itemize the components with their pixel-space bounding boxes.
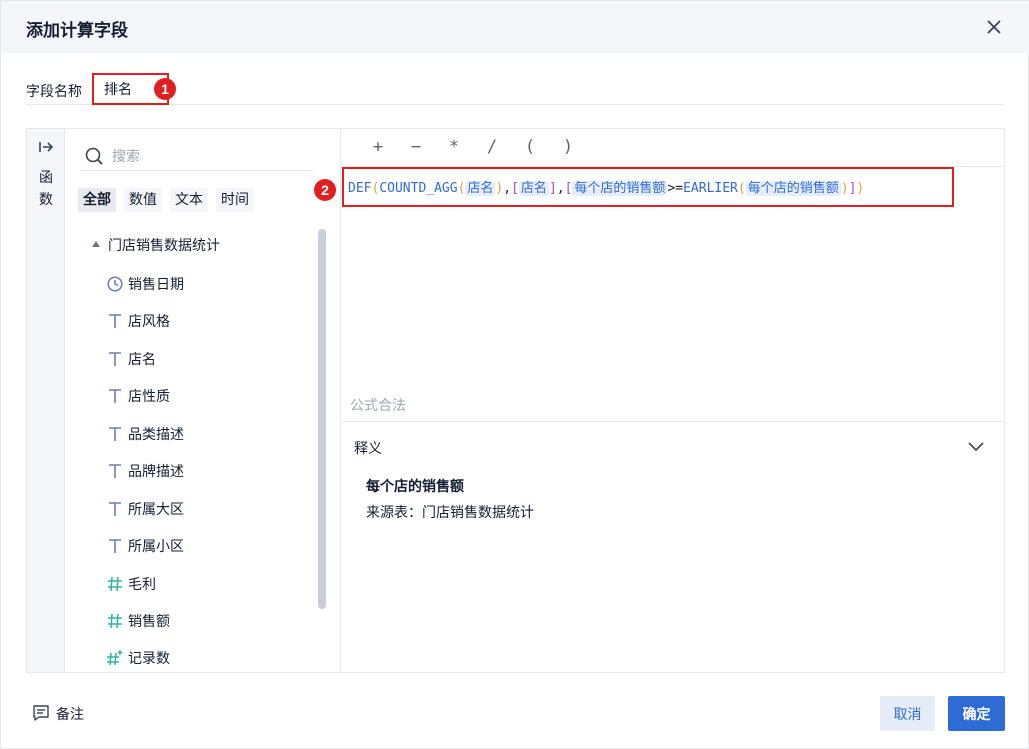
field-list-scrollbar[interactable]	[318, 229, 326, 609]
operator-plus[interactable]: +	[368, 137, 388, 157]
tab-number[interactable]: 数值	[124, 188, 162, 212]
function-rail[interactable]: 函 数	[27, 129, 65, 672]
annotation-marker-1: 1	[154, 78, 176, 100]
dialog-header: 添加计算字段	[1, 1, 1029, 53]
tab-all[interactable]: 全部	[78, 188, 116, 212]
cancel-button[interactable]: 取消	[880, 696, 935, 731]
formula-field-token: 店名	[518, 181, 549, 196]
formula-editor: + − * / ( ) 2 DEF(COUNTD_AGG(店名),[店名],[每…	[314, 129, 1004, 672]
caret-up-icon[interactable]	[92, 241, 100, 247]
confirm-button[interactable]: 确定	[948, 696, 1005, 731]
explain-field-name: 每个店的销售额	[366, 479, 464, 495]
explain-field-source: 来源表：门店销售数据统计	[366, 505, 534, 521]
operator-divide[interactable]: /	[482, 137, 502, 157]
workspace: 函 数 全部 数值 文本 时间 门店销售数据统计	[26, 128, 1005, 673]
expand-panel-icon[interactable]	[38, 139, 54, 155]
dialog-title: 添加计算字段	[26, 21, 128, 41]
explain-title: 释义	[354, 441, 382, 457]
calc-number-type-icon	[107, 650, 123, 666]
number-type-icon	[108, 576, 122, 592]
search-input[interactable]	[112, 146, 302, 168]
operator-minus[interactable]: −	[406, 137, 426, 157]
text-type-icon	[109, 389, 121, 403]
calc-field-dialog: 添加计算字段 字段名称 1 函 数	[0, 0, 1029, 749]
operator-toolbar: + − * / ( )	[342, 129, 1004, 167]
close-icon[interactable]	[984, 17, 1004, 37]
chevron-down-icon[interactable]	[966, 436, 986, 456]
formula-field-token: 店名	[465, 181, 496, 196]
tab-text[interactable]: 文本	[170, 188, 208, 212]
text-type-icon	[109, 539, 121, 553]
field-search[interactable]	[80, 143, 313, 171]
text-type-icon	[109, 427, 121, 441]
field-list-panel: 全部 数值 文本 时间 门店销售数据统计 销售日期 店风格	[66, 129, 341, 672]
formula-field-token: 每个店的销售额	[745, 181, 841, 196]
field-name-label: 字段名称	[26, 84, 82, 100]
field-name-row: 字段名称 1	[26, 73, 1004, 105]
number-type-icon	[108, 613, 122, 629]
operator-close-paren[interactable]: )	[558, 137, 578, 157]
comment-icon	[33, 705, 49, 721]
formula-status: 公式合法	[350, 398, 406, 414]
text-type-icon	[109, 502, 121, 516]
search-icon	[85, 147, 103, 165]
formula-input[interactable]: DEF(COUNTD_AGG(店名),[店名],[每个店的销售额 >=EARLIE…	[342, 167, 954, 207]
clock-icon	[107, 276, 123, 292]
text-type-icon	[109, 464, 121, 478]
formula-field-token: 每个店的销售额	[572, 181, 668, 196]
text-type-icon	[109, 352, 121, 366]
tab-time[interactable]: 时间	[216, 188, 254, 212]
annotation-marker-2: 2	[314, 179, 336, 201]
text-type-icon	[109, 314, 121, 328]
operator-open-paren[interactable]: (	[520, 137, 540, 157]
explain-panel: 释义 每个店的销售额 来源表：门店销售数据统计	[342, 421, 1004, 672]
operator-multiply[interactable]: *	[444, 137, 464, 157]
function-rail-label[interactable]: 函 数	[38, 167, 54, 211]
